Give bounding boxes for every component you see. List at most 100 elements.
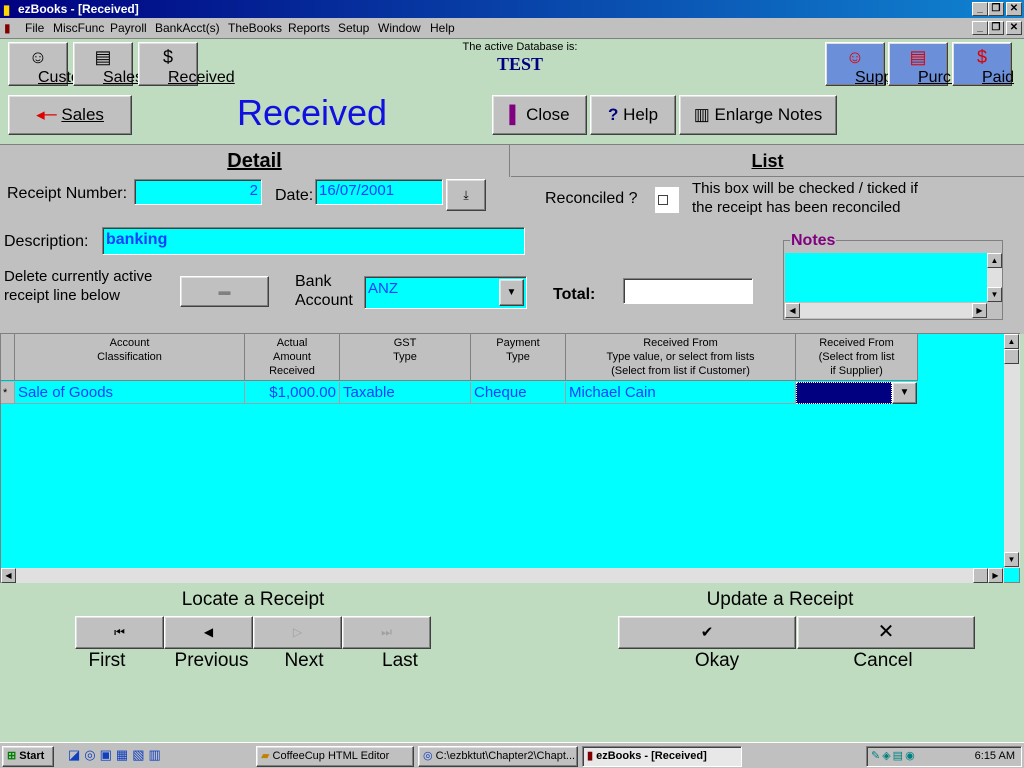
- start-button[interactable]: ⊞ Start: [2, 746, 54, 767]
- bank-account-label-2: Account: [295, 292, 353, 309]
- bank-account-label-1: Bank: [295, 273, 332, 290]
- delete-line-button[interactable]: ▬: [180, 276, 269, 307]
- taskbar: ⊞ Start ◪◎▣▦▧▥ ▰ CoffeeCup HTML Editor ◎…: [0, 742, 1024, 768]
- grid-scroll-left[interactable]: ◀: [1, 568, 16, 583]
- received-toolbar-button[interactable]: $ Received: [138, 42, 235, 86]
- grid-vscroll[interactable]: ▲ ▼: [1004, 334, 1020, 568]
- arrow-up-icon: ▲: [990, 256, 999, 265]
- delete-line-label-2: receipt line below: [4, 287, 120, 304]
- receipt-lines-grid: Account Classification Actual Amount Rec…: [0, 333, 1020, 583]
- enlarge-notes-button[interactable]: ▥ Enlarge Notes: [679, 95, 837, 135]
- date-label: Date:: [275, 187, 314, 204]
- restore-button[interactable]: ❐: [988, 2, 1004, 16]
- menu-setup[interactable]: Setup: [338, 18, 369, 38]
- menu-reports[interactable]: Reports: [288, 18, 330, 38]
- documents-icon: ▤: [94, 47, 112, 67]
- grid-hscroll-thumb[interactable]: [973, 568, 988, 583]
- next-record-icon: ▷: [292, 625, 303, 639]
- tab-list[interactable]: List: [511, 145, 1024, 177]
- tab-detail[interactable]: Detail: [0, 145, 510, 177]
- reconciled-checkbox[interactable]: [655, 187, 679, 213]
- bank-account-dropdown-button[interactable]: ▼: [499, 279, 524, 306]
- delete-line-label-1: Delete currently active: [4, 268, 153, 285]
- cell-account[interactable]: Sale of Goods: [15, 382, 245, 404]
- menu-payroll[interactable]: Payroll: [110, 18, 147, 38]
- grid-scroll-down[interactable]: ▼: [1004, 552, 1019, 567]
- last-button[interactable]: ⏭: [342, 616, 431, 649]
- coffeecup-icon: ▰: [261, 750, 270, 762]
- tray-icons[interactable]: ✎◈▤◉: [871, 750, 917, 762]
- help-button[interactable]: ? Help: [590, 95, 676, 135]
- header-gst-type[interactable]: GST Type: [340, 334, 471, 381]
- header-payment-type[interactable]: Payment Type: [471, 334, 566, 381]
- page-title: Received: [236, 92, 388, 133]
- purchases-button[interactable]: ▤ Purchases: [888, 42, 994, 86]
- total-field: [623, 278, 753, 304]
- child-minimize-button[interactable]: _: [972, 21, 988, 35]
- cell-gst[interactable]: Taxable: [340, 382, 471, 404]
- cell-from-customer[interactable]: Michael Cain: [566, 382, 796, 404]
- chevron-down-icon: ▼: [506, 287, 517, 298]
- header-received-from-customer[interactable]: Received From Type value, or select from…: [566, 334, 796, 381]
- arrow-right-icon: ▶: [992, 571, 999, 580]
- x-icon: ✕: [877, 621, 895, 643]
- back-to-sales-button[interactable]: ◂─ Sales: [8, 95, 132, 135]
- paid-button[interactable]: $ Paid: [952, 42, 1014, 86]
- sales-toolbar-button[interactable]: ▤ Sales: [73, 42, 143, 86]
- first-label: First: [88, 650, 126, 671]
- row-marker[interactable]: *: [1, 382, 15, 404]
- child-restore-button[interactable]: ❐: [988, 21, 1004, 35]
- cell-payment[interactable]: Cheque: [471, 382, 566, 404]
- quicklaunch-icons[interactable]: ◪◎▣▦▧▥: [68, 747, 165, 763]
- close-form-button[interactable]: ▌ Close: [492, 95, 587, 135]
- header-amount-received[interactable]: Actual Amount Received: [245, 334, 340, 381]
- grid-scroll-up[interactable]: ▲: [1004, 334, 1019, 349]
- date-picker-button[interactable]: ⤓: [446, 179, 486, 211]
- notes-scroll-up[interactable]: ▲: [987, 253, 1002, 268]
- update-receipt-label: Update a Receipt: [706, 589, 854, 610]
- cancel-label: Cancel: [853, 650, 913, 671]
- header-received-from-supplier[interactable]: Received From (Select from list if Suppl…: [796, 334, 918, 381]
- header-account-classification[interactable]: Account Classification: [15, 334, 245, 381]
- menu-window[interactable]: Window: [378, 18, 421, 38]
- description-field[interactable]: banking: [102, 227, 525, 255]
- menu-help[interactable]: Help: [430, 18, 455, 38]
- supplier-dropdown-button[interactable]: ▼: [892, 382, 917, 404]
- notes-textarea[interactable]: [785, 253, 987, 302]
- receipt-number-field[interactable]: 2: [134, 179, 262, 205]
- close-button[interactable]: ✕: [1006, 2, 1022, 16]
- menu-thebooks[interactable]: TheBooks: [228, 18, 282, 38]
- notes-scroll-right[interactable]: ▶: [972, 303, 987, 318]
- first-button[interactable]: ⏮: [75, 616, 164, 649]
- menu-file[interactable]: File: [25, 18, 44, 38]
- grid-vscroll-thumb[interactable]: [1004, 349, 1019, 364]
- arrow-down-icon: ▼: [990, 290, 999, 299]
- last-label: Last: [382, 650, 418, 671]
- grid-scroll-right[interactable]: ▶: [988, 568, 1003, 583]
- notes-vscroll[interactable]: ▲ ▼: [987, 253, 1002, 302]
- first-record-icon: ⏮: [114, 625, 125, 639]
- notes-hscroll[interactable]: ◀ ▶: [785, 303, 987, 318]
- previous-button[interactable]: ◀: [164, 616, 253, 649]
- cancel-button[interactable]: ✕: [797, 616, 975, 649]
- task-coffeecup[interactable]: ▰ CoffeeCup HTML Editor: [256, 746, 414, 767]
- cell-amount[interactable]: $1,000.00: [245, 382, 340, 404]
- customers-button[interactable]: ☺ Customers: [8, 42, 115, 86]
- notepad-icon: ▥: [693, 105, 710, 124]
- cell-from-supplier[interactable]: [796, 382, 892, 404]
- grid-hscroll[interactable]: ◀ ▶: [1, 568, 1004, 583]
- task-ezbooks[interactable]: ▮ ezBooks - [Received]: [582, 746, 742, 767]
- notes-scroll-down[interactable]: ▼: [987, 287, 1002, 302]
- task-explorer[interactable]: ◎ C:\ezbktut\Chapter2\Chapt...: [418, 746, 578, 767]
- notes-scroll-left[interactable]: ◀: [785, 303, 800, 318]
- checkbox-box: [658, 195, 668, 205]
- next-button[interactable]: ▷: [253, 616, 342, 649]
- okay-button[interactable]: ✔: [618, 616, 796, 649]
- minimize-button[interactable]: _: [972, 2, 988, 16]
- suppliers-button[interactable]: ☺ Suppliers: [825, 42, 922, 86]
- menu-bankaccts[interactable]: BankAcct(s): [155, 18, 220, 38]
- date-field[interactable]: 16/07/2001: [315, 179, 443, 205]
- arrow-down-icon: ▼: [1007, 555, 1016, 564]
- menu-miscfunc[interactable]: MiscFunc: [53, 18, 104, 38]
- child-close-button[interactable]: ✕: [1006, 21, 1022, 35]
